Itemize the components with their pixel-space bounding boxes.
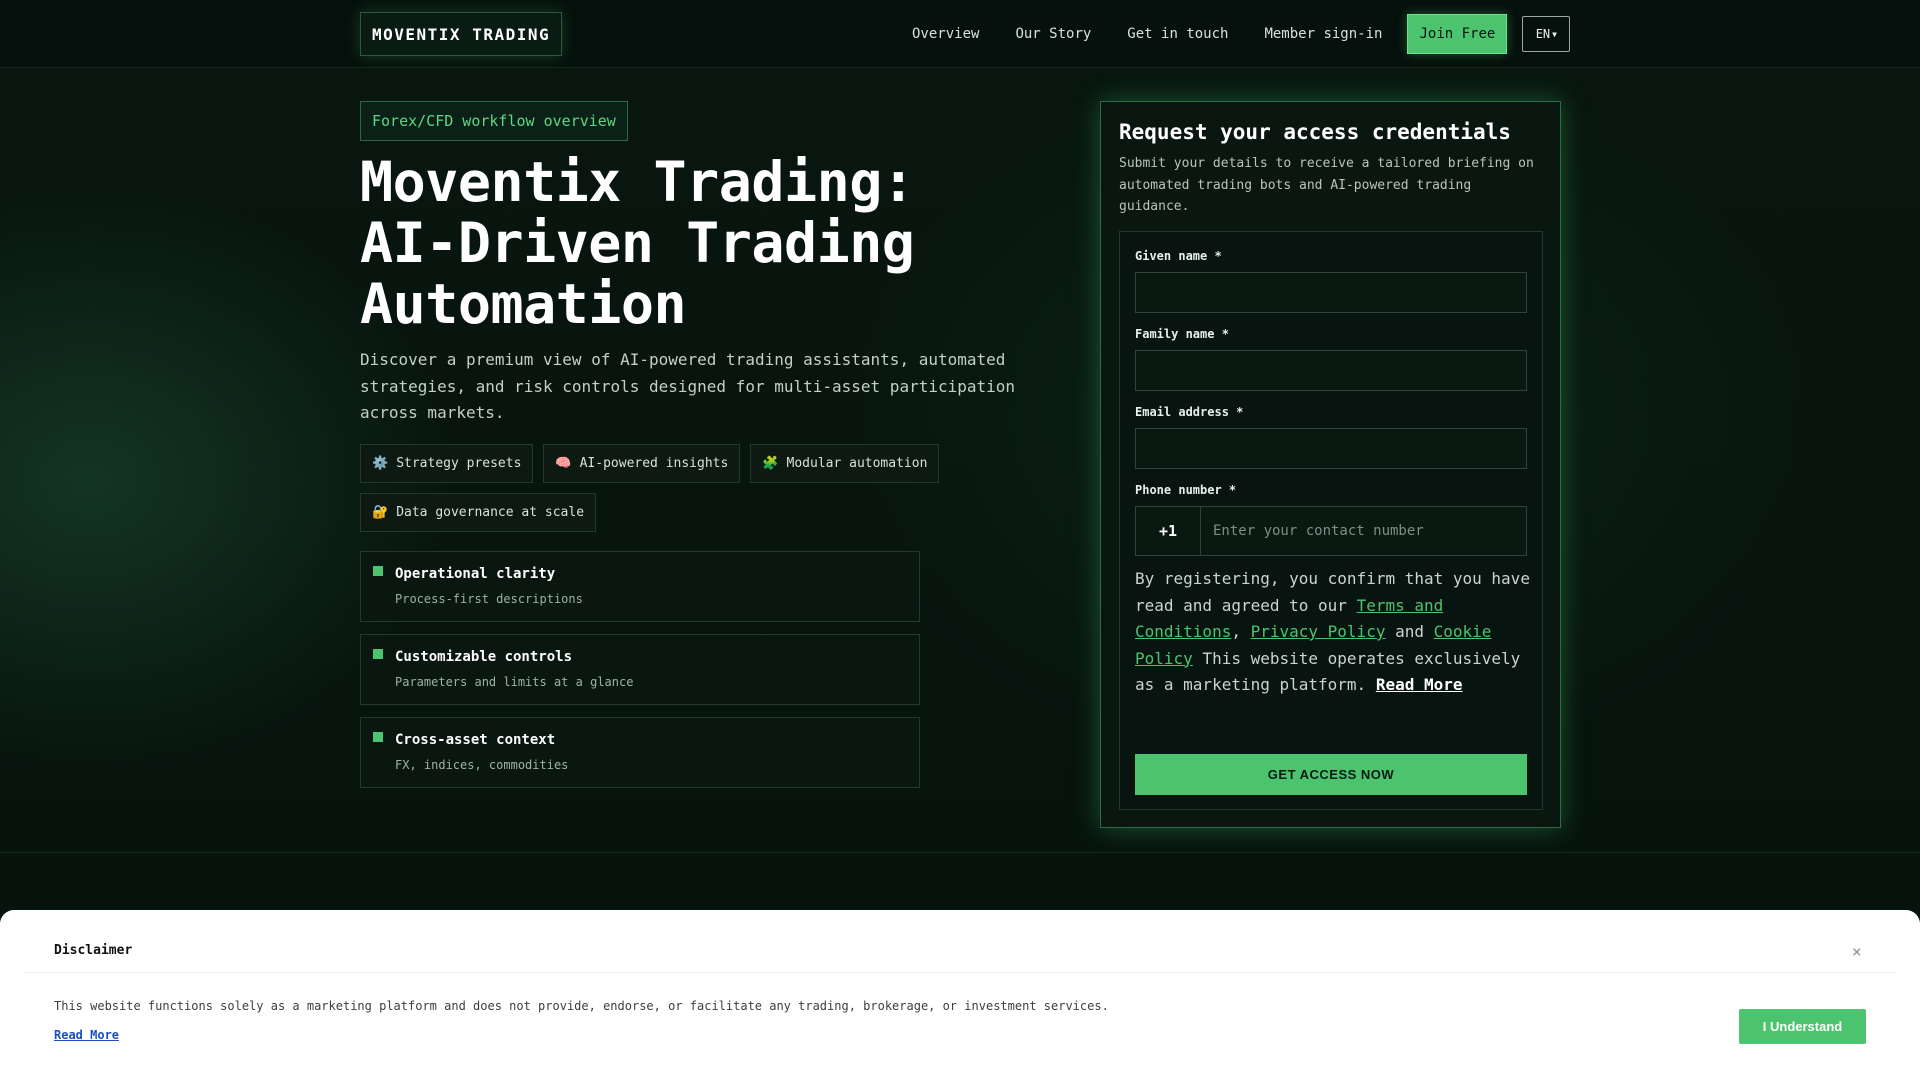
section-divider (0, 852, 1920, 853)
form-subtitle: Submit your details to receive a tailore… (1119, 156, 1534, 214)
disclaimer-title: Disclaimer (54, 943, 133, 958)
read-more-link[interactable]: Read More (1376, 675, 1463, 694)
brain-icon: 🧠 (555, 456, 572, 471)
form-title: Request your access credentials (1119, 120, 1511, 144)
get-access-button[interactable]: GET ACCESS NOW (1135, 754, 1527, 795)
feature-subtitle: Process-first descriptions (395, 592, 583, 606)
nav-our-story[interactable]: Our Story (1015, 26, 1091, 42)
chip-modular-automation: 🧩 Modular automation (750, 444, 940, 483)
join-free-button[interactable]: Join Free (1407, 14, 1508, 54)
given-name-input[interactable] (1135, 272, 1527, 313)
consent-separator: , (1231, 622, 1251, 641)
green-square-icon (373, 566, 383, 576)
chip-label: Strategy presets (396, 456, 522, 471)
email-label: Email address * (1135, 405, 1244, 419)
close-icon[interactable]: × (1852, 942, 1862, 961)
feature-subtitle: FX, indices, commodities (395, 758, 569, 772)
disclaimer-read-more-link[interactable]: Read More (54, 1028, 119, 1042)
feature-title: Cross-asset context (395, 732, 556, 748)
family-name-input[interactable] (1135, 350, 1527, 391)
puzzle-icon: 🧩 (762, 456, 779, 471)
signup-form: Given name * Family name * Email address… (1119, 231, 1543, 810)
gear-icon: ⚙️ (372, 456, 389, 471)
top-navbar: MOVENTIX TRADING Overview Our Story Get … (0, 0, 1920, 68)
privacy-policy-link[interactable]: Privacy Policy (1251, 622, 1386, 641)
main-nav: Overview Our Story Get in touch Member s… (912, 14, 1571, 54)
disclaimer-divider (24, 972, 1896, 973)
chip-data-governance: 🔐 Data governance at scale (360, 493, 597, 532)
language-selector[interactable]: EN ▼ (1522, 16, 1571, 52)
feature-chips: ⚙️ Strategy presets 🧠 AI-powered insights … (360, 444, 980, 532)
chip-ai-insights: 🧠 AI-powered insights (543, 444, 741, 483)
language-label: EN (1535, 27, 1551, 41)
feature-subtitle: Parameters and limits at a glance (395, 675, 634, 689)
chevron-down-icon: ▼ (1552, 29, 1557, 39)
consent-text: By registering, you confirm that you hav… (1135, 566, 1530, 699)
hero-title-line: AI-Driven Trading (360, 211, 915, 275)
lock-icon: 🔐 (372, 505, 389, 520)
i-understand-button[interactable]: I Understand (1739, 1009, 1866, 1044)
feature-card: Operational clarity Process-first descri… (360, 551, 920, 622)
brand-logo[interactable]: MOVENTIX TRADING (360, 12, 563, 56)
nav-member-sign-in[interactable]: Member sign-in (1264, 26, 1382, 42)
email-input[interactable] (1135, 428, 1527, 469)
phone-field: +1 (1135, 506, 1527, 556)
green-square-icon (373, 649, 383, 659)
chip-label: Modular automation (786, 456, 928, 471)
phone-input[interactable] (1201, 507, 1526, 555)
hero-title-line: Moventix Trading: (360, 150, 915, 214)
green-square-icon (373, 732, 383, 742)
feature-title: Customizable controls (395, 649, 573, 665)
chip-label: AI-powered insights (579, 456, 729, 471)
hero-description: Discover a premium view of AI-powered tr… (360, 350, 1016, 422)
feature-title: Operational clarity (395, 566, 556, 582)
phone-label: Phone number * (1135, 483, 1237, 497)
nav-get-in-touch[interactable]: Get in touch (1127, 26, 1228, 42)
chip-strategy-presets: ⚙️ Strategy presets (360, 444, 534, 483)
family-name-label: Family name * (1135, 327, 1229, 341)
feature-card: Customizable controls Parameters and lim… (360, 634, 920, 705)
hero-badge: Forex/CFD workflow overview (360, 101, 628, 141)
chip-label: Data governance at scale (396, 505, 585, 520)
nav-overview[interactable]: Overview (912, 26, 979, 42)
feature-card: Cross-asset context FX, indices, commodi… (360, 717, 920, 788)
consent-separator: and (1385, 622, 1434, 641)
disclaimer-banner: Disclaimer × This website functions sole… (0, 910, 1920, 1080)
given-name-label: Given name * (1135, 249, 1222, 263)
signup-card: Request your access credentials Submit y… (1100, 101, 1561, 828)
disclaimer-text: This website functions solely as a marke… (54, 999, 1109, 1013)
feature-list: Operational clarity Process-first descri… (360, 551, 920, 800)
hero-title: Moventix Trading: AI-Driven Trading Auto… (360, 152, 1040, 335)
hero-title-line: Automation (360, 272, 687, 336)
consent-prefix: By registering, you confirm that you hav… (1135, 569, 1530, 615)
phone-country-code[interactable]: +1 (1136, 507, 1201, 555)
